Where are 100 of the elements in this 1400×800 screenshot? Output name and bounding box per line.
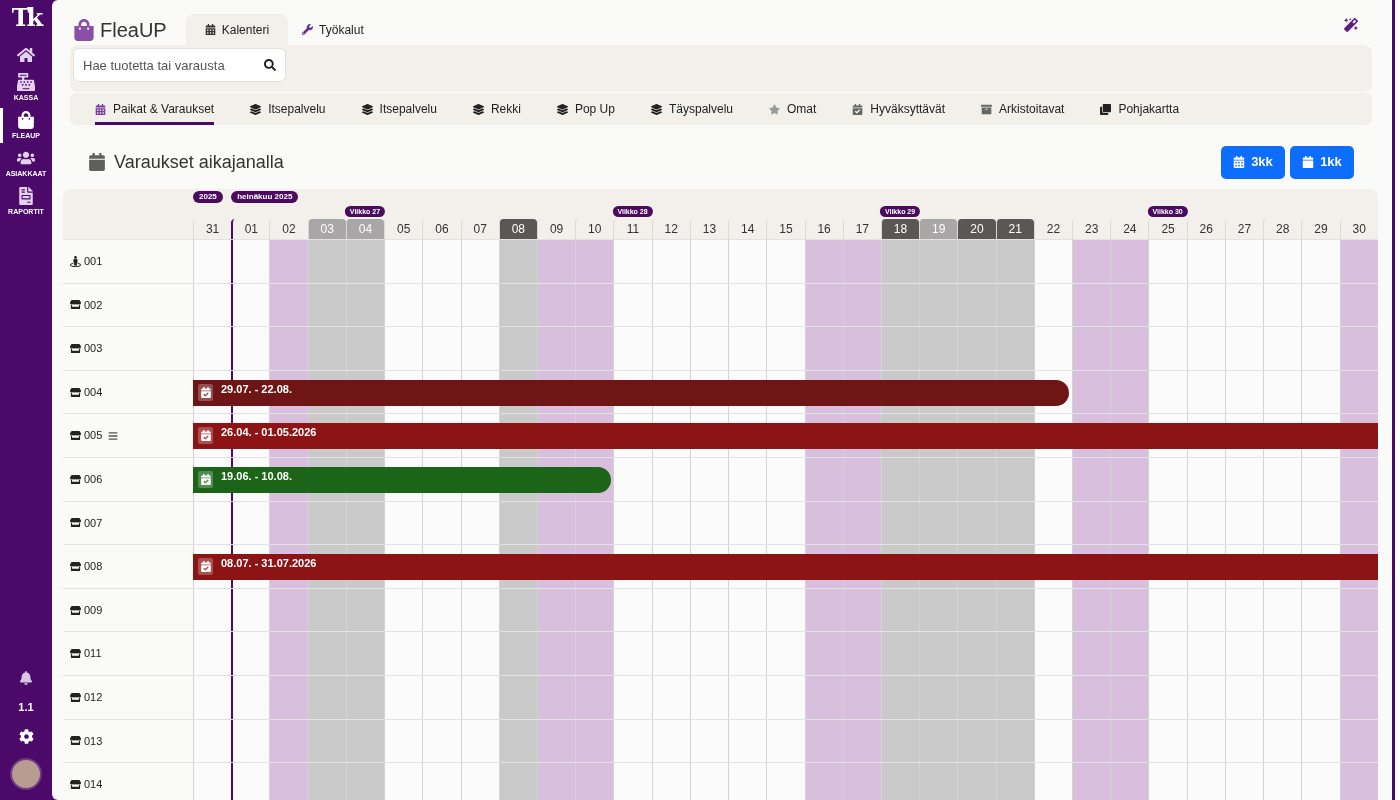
calendar-check-icon: [198, 470, 213, 488]
day-label: 13: [689, 219, 729, 239]
calendar-icon: [89, 153, 105, 171]
day-label: 14: [728, 219, 767, 239]
list-icon[interactable]: [108, 430, 119, 441]
booking-dates: 19.06. - 10.08.: [221, 469, 292, 483]
category-tab[interactable]: Täyspalvelu: [650, 93, 733, 125]
day-label: 23: [1072, 219, 1111, 239]
category-tab[interactable]: Pop Up: [556, 93, 615, 125]
search-icon[interactable]: [264, 59, 276, 71]
layers-icon: [472, 103, 484, 115]
day-label: 02: [269, 219, 308, 239]
layers-icon: [650, 103, 662, 115]
day-label: 31: [193, 219, 232, 239]
range-button[interactable]: 1kk: [1290, 145, 1354, 179]
booking-bar[interactable]: [193, 466, 612, 493]
store-icon: [70, 386, 81, 398]
shopping-bag-icon: [17, 111, 35, 129]
booking-dates: 08.07. - 31.07.2026: [221, 557, 317, 571]
person-icon: [70, 255, 81, 267]
category-tab[interactable]: Paikat & Varaukset: [95, 93, 215, 125]
day-label: 20: [957, 219, 996, 239]
layers-icon: [250, 103, 262, 115]
store-icon: [70, 691, 81, 703]
store-icon: [70, 473, 81, 485]
row-label: 006: [84, 472, 103, 487]
bell-icon[interactable]: [19, 670, 33, 685]
category-tab[interactable]: Arkistoitavat: [981, 93, 1065, 125]
store-icon: [70, 648, 81, 660]
settings-icon[interactable]: [18, 729, 34, 744]
day-label: 04: [345, 219, 385, 239]
layers-icon: [556, 103, 568, 115]
document-icon: [17, 187, 35, 205]
day-label: 08: [498, 219, 537, 239]
layers-icon: [361, 103, 373, 115]
booking-bar[interactable]: [193, 554, 1378, 581]
magic-wand-icon[interactable]: [1344, 17, 1358, 32]
day-label: 07: [460, 219, 499, 239]
day-label: 15: [766, 219, 805, 239]
day-label: 16: [804, 219, 843, 239]
home-icon: [17, 46, 35, 64]
day-label: 22: [1033, 219, 1073, 239]
brand-name: FleaUP: [100, 17, 167, 43]
day-label: 26: [1186, 219, 1225, 239]
archive-icon: [981, 103, 993, 115]
booking-dates: 26.04. - 01.05.2026: [221, 426, 317, 440]
booking-bar[interactable]: [193, 379, 1069, 406]
store-icon: [70, 735, 81, 747]
search-field[interactable]: Hae tuotetta tai varausta: [73, 48, 286, 82]
bag-logo-icon: [73, 18, 95, 41]
top-tab[interactable]: Työkalut: [288, 14, 378, 45]
store-icon: [70, 299, 81, 311]
copy-icon: [1100, 103, 1112, 115]
calendar-icon: [95, 103, 106, 115]
day-label: 30: [1339, 219, 1378, 239]
day-label: 06: [422, 219, 461, 239]
calendar-check-icon: [198, 427, 213, 445]
day-label: 29: [1301, 219, 1340, 239]
day-label: 05: [384, 219, 423, 239]
row-label: 011: [84, 646, 102, 662]
row-label: 002: [84, 297, 103, 313]
month-badge: heinäkuu 2025: [231, 191, 299, 203]
avatar[interactable]: [10, 758, 42, 790]
store-icon: [70, 604, 81, 616]
star-icon: [769, 103, 780, 115]
store-icon: [70, 343, 81, 354]
category-tab[interactable]: Pohjakartta: [1100, 93, 1180, 125]
top-tab[interactable]: Kalenteri: [185, 14, 289, 45]
row-label: 003: [84, 341, 103, 357]
calendar-icon: [1233, 156, 1246, 168]
day-label: 24: [1110, 219, 1149, 239]
cash-register-icon: [17, 73, 35, 91]
calendar-check-icon: [852, 103, 864, 115]
row-label: 005: [84, 428, 103, 444]
range-button[interactable]: 3kk: [1221, 145, 1285, 179]
users-icon: [17, 149, 35, 167]
store-icon: [70, 778, 81, 790]
booking-dates: 29.07. - 22.08.: [221, 382, 292, 396]
row-label: 001: [84, 254, 103, 270]
scrollbar[interactable]: [1392, 0, 1400, 800]
category-tab[interactable]: Itsepalvelu: [250, 93, 326, 125]
day-label: 27: [1224, 219, 1264, 239]
month-badge: 2025: [193, 191, 223, 203]
row-label: 014: [84, 777, 103, 793]
category-tab[interactable]: Itsepalvelu: [361, 93, 437, 125]
day-label: 17: [842, 219, 881, 239]
category-tab[interactable]: Rekki: [472, 93, 521, 125]
section-title: Varaukset aikajanalla: [114, 150, 284, 174]
app-logo[interactable]: Tk: [11, 3, 41, 33]
wrench-icon: [302, 24, 314, 35]
calendar-check-icon: [198, 558, 213, 576]
row-label: 012: [84, 690, 103, 705]
version-text: 1.1: [18, 699, 34, 715]
row-label: 013: [84, 733, 103, 749]
day-label: 19: [919, 219, 958, 239]
calendar-icon: [204, 24, 216, 35]
booking-bar[interactable]: [193, 423, 1378, 450]
day-label: 03: [307, 219, 346, 239]
category-tab[interactable]: Omat: [769, 93, 817, 125]
category-tab[interactable]: Hyväksyttävät: [852, 93, 946, 125]
